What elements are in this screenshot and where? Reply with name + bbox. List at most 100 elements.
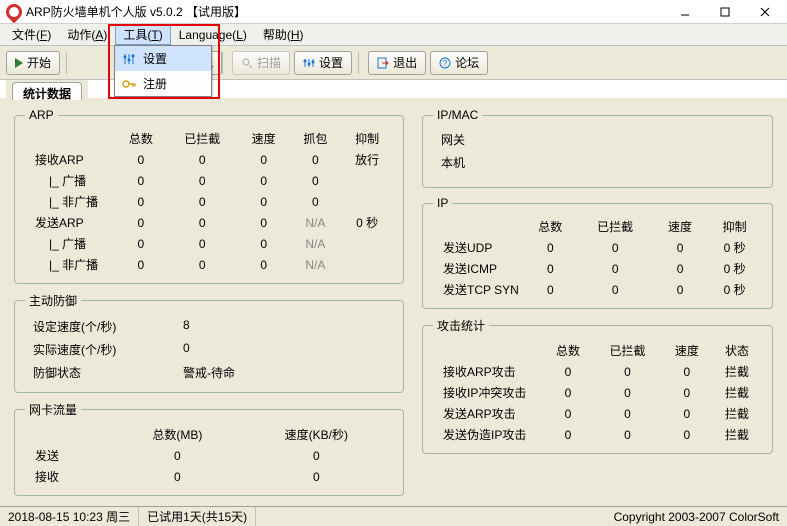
exit-button[interactable]: 退出 bbox=[368, 51, 426, 75]
scan-button[interactable]: 扫描 bbox=[232, 51, 290, 75]
cell: 0 bbox=[543, 403, 593, 424]
dropdown-register[interactable]: 注册 bbox=[115, 71, 211, 96]
tab-stats[interactable]: 统计数据 bbox=[12, 82, 82, 100]
row-label: 本机 bbox=[441, 154, 551, 171]
titlebar: ARP防火墙单机个人版 v5.0.2 【试用版】 bbox=[0, 0, 787, 24]
table-row: 接收00 bbox=[25, 466, 393, 487]
row-label: 实际速度(个/秒) bbox=[33, 341, 143, 358]
exit-icon bbox=[377, 57, 389, 69]
cell: 0 bbox=[578, 237, 653, 258]
col-head: 速度 bbox=[662, 340, 712, 361]
cell: 0 bbox=[238, 254, 290, 275]
toolbar-divider bbox=[66, 52, 70, 74]
table-row: 发送00 bbox=[25, 445, 393, 466]
row-label: 网关 bbox=[441, 131, 551, 148]
cell: 0 bbox=[167, 233, 238, 254]
settings-button[interactable]: 设置 bbox=[294, 51, 352, 75]
col-head: 总数 bbox=[543, 340, 593, 361]
start-button[interactable]: 开始 bbox=[6, 51, 60, 75]
table-row: 发送ICMP0000 秒 bbox=[433, 258, 762, 279]
defense-group: 主动防御 设定速度(个/秒)8实际速度(个/秒)0防御状态警戒-待命 bbox=[14, 292, 404, 393]
cell: 0 秒 bbox=[341, 212, 393, 233]
dropdown-settings-label: 设置 bbox=[143, 50, 167, 67]
cell: 0 bbox=[578, 258, 653, 279]
cell: 0 bbox=[653, 237, 708, 258]
table-row: 发送伪造IP攻击000拦截 bbox=[433, 424, 762, 445]
statusbar: 2018-08-15 10:23 周三 已试用1天(共15天) Copyrigh… bbox=[0, 506, 787, 526]
cell: 0 bbox=[578, 279, 653, 300]
cell: 0 bbox=[523, 237, 578, 258]
cell: 0 秒 bbox=[707, 237, 762, 258]
maximize-button[interactable] bbox=[705, 0, 745, 24]
cell: 0 bbox=[290, 149, 342, 170]
menu-tools[interactable]: 工具(T) bbox=[115, 24, 170, 45]
cell: 0 bbox=[523, 258, 578, 279]
cell: 拦截 bbox=[712, 361, 762, 382]
nic-group: 网卡流量 总数(MB)速度(KB/秒)发送00接收00 bbox=[14, 401, 404, 496]
menu-action[interactable]: 动作(A) bbox=[59, 24, 115, 45]
cell: 0 bbox=[653, 258, 708, 279]
table-row: |_ 广播000N/A bbox=[25, 233, 393, 254]
cell: 0 bbox=[115, 191, 167, 212]
cell bbox=[341, 254, 393, 275]
cell bbox=[341, 170, 393, 191]
cell: 0 bbox=[115, 149, 167, 170]
close-button[interactable] bbox=[745, 0, 785, 24]
col-head: 速度 bbox=[238, 128, 290, 149]
row-label: |_ 广播 bbox=[25, 233, 115, 254]
arp-group: ARP 总数已拦截速度抓包抑制接收ARP0000放行|_ 广播0000|_ 非广… bbox=[14, 108, 404, 284]
cell: 0 bbox=[167, 191, 238, 212]
cell: 0 bbox=[167, 149, 238, 170]
dropdown-settings[interactable]: 设置 bbox=[115, 46, 211, 71]
cell: 0 bbox=[543, 361, 593, 382]
row-label: |_ 广播 bbox=[25, 170, 115, 191]
cell: N/A bbox=[290, 254, 342, 275]
col-head: 速度(KB/秒) bbox=[240, 424, 393, 445]
row-label: 发送UDP bbox=[433, 237, 523, 258]
col-head: 抑制 bbox=[341, 128, 393, 149]
cell: 0 bbox=[240, 466, 393, 487]
cell: 0 秒 bbox=[707, 258, 762, 279]
cell: 0 bbox=[115, 233, 167, 254]
minimize-button[interactable] bbox=[665, 0, 705, 24]
status-trial: 已试用1天(共15天) bbox=[139, 507, 256, 526]
cell: 0 bbox=[593, 424, 662, 445]
row-label: 发送伪造IP攻击 bbox=[433, 424, 543, 445]
table-row: 接收IP冲突攻击000拦截 bbox=[433, 382, 762, 403]
cell: 0 bbox=[238, 212, 290, 233]
col-head: 抑制 bbox=[707, 216, 762, 237]
menu-help[interactable]: 帮助(H) bbox=[255, 24, 312, 45]
ipmac-group: IP/MAC 网关本机 bbox=[422, 108, 773, 188]
table-row: 接收ARP攻击000拦截 bbox=[433, 361, 762, 382]
row-label: 防御状态 bbox=[33, 364, 143, 381]
row-label: |_ 非广播 bbox=[25, 254, 115, 275]
arp-legend: ARP bbox=[25, 108, 58, 122]
cell: 0 bbox=[115, 445, 240, 466]
cell bbox=[341, 191, 393, 212]
col-head: 速度 bbox=[653, 216, 708, 237]
table-row: 发送ARP000N/A0 秒 bbox=[25, 212, 393, 233]
row-label: 发送 bbox=[25, 445, 115, 466]
cell: 0 bbox=[593, 382, 662, 403]
forum-button[interactable]: ?论坛 bbox=[430, 51, 488, 75]
cell: 拦截 bbox=[712, 403, 762, 424]
cell: 0 bbox=[653, 279, 708, 300]
cell: 0 bbox=[290, 191, 342, 212]
cell: 0 bbox=[115, 170, 167, 191]
menu-language[interactable]: Language(L) bbox=[171, 26, 255, 44]
menu-file[interactable]: 文件(F) bbox=[4, 24, 59, 45]
cell: 0 bbox=[593, 403, 662, 424]
cell: N/A bbox=[290, 233, 342, 254]
cell: N/A bbox=[290, 212, 342, 233]
table-row: |_ 非广播000N/A bbox=[25, 254, 393, 275]
cell: 0 bbox=[543, 382, 593, 403]
row-label: 发送ICMP bbox=[433, 258, 523, 279]
cell bbox=[341, 233, 393, 254]
toolbar-divider bbox=[222, 52, 226, 74]
content-area: ARP 总数已拦截速度抓包抑制接收ARP0000放行|_ 广播0000|_ 非广… bbox=[0, 98, 787, 506]
cell: 0 bbox=[167, 254, 238, 275]
cell: 0 bbox=[238, 233, 290, 254]
table-row: |_ 广播0000 bbox=[25, 170, 393, 191]
play-icon bbox=[15, 58, 23, 68]
tools-dropdown: 设置 注册 bbox=[114, 45, 212, 97]
